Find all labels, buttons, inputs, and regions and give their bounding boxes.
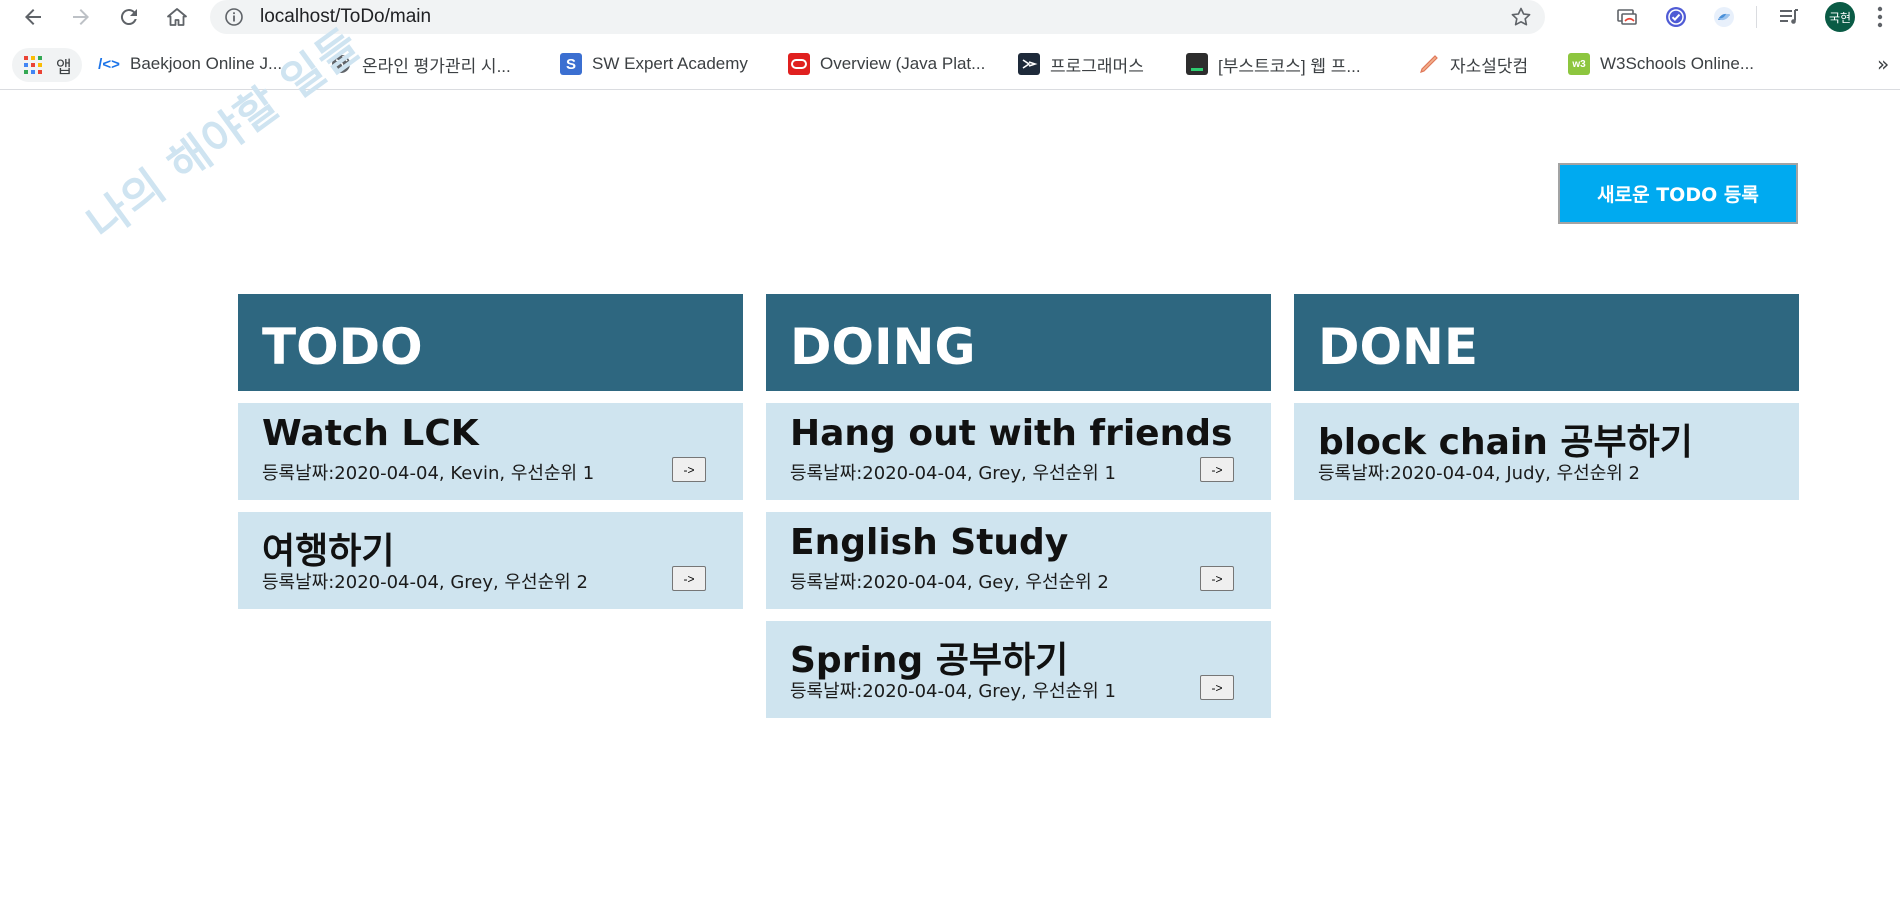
bookmark-star-icon[interactable]	[1509, 5, 1533, 29]
bookmark-sw-expert[interactable]: S SW Expert Academy	[560, 50, 748, 78]
bookmark-label: [부스트코스] 웹 프...	[1218, 56, 1361, 76]
card-title: Spring 공부하기	[790, 640, 1069, 681]
done-column: DONE block chain 공부하기 등록날짜:2020-04-04, J…	[1294, 294, 1799, 500]
check-extension-icon[interactable]	[1663, 4, 1689, 30]
card-title: block chain 공부하기	[1318, 422, 1693, 463]
url-text[interactable]: localhost/ToDo/main	[260, 6, 431, 28]
card-title: Watch LCK	[262, 413, 479, 454]
todo-card: Watch LCK 등록날짜:2020-04-04, Kevin, 우선순위 1…	[238, 403, 743, 500]
more-menu-icon[interactable]	[1868, 4, 1892, 30]
card-meta: 등록날짜:2020-04-04, Grey, 우선순위 1	[790, 463, 1116, 484]
ex-extension-icon[interactable]: EX	[1566, 4, 1592, 30]
column-header-doing: DOING	[766, 294, 1271, 391]
arrow-right-icon	[73, 9, 89, 25]
bookmark-label: 자소설닷컴	[1450, 56, 1529, 76]
ex-extension-label: EX	[1571, 11, 1587, 23]
column-header-todo: TODO	[238, 294, 743, 391]
card-title: English Study	[790, 522, 1069, 563]
card-title: 여행하기	[262, 531, 395, 572]
card-meta: 등록날짜:2020-04-04, Gey, 우선순위 2	[790, 572, 1109, 593]
doing-card: Hang out with friends 등록날짜:2020-04-04, G…	[766, 403, 1271, 500]
card-meta: 등록날짜:2020-04-04, Kevin, 우선순위 1	[262, 463, 595, 484]
bookmark-apps[interactable]: 앱	[12, 48, 82, 82]
reload-button[interactable]	[112, 0, 146, 34]
card-meta: 등록날짜:2020-04-04, Grey, 우선순위 1	[790, 681, 1116, 702]
bookmark-label: SW Expert Academy	[592, 54, 748, 73]
cast-extension-icon[interactable]	[1614, 4, 1640, 30]
profile-initials: 국현	[1828, 10, 1852, 25]
playlist-extension-icon[interactable]	[1776, 4, 1802, 30]
code-icon: /<>	[98, 55, 120, 73]
column-header-done: DONE	[1294, 294, 1799, 391]
move-next-button[interactable]: ->	[672, 457, 706, 482]
address-bar[interactable]: localhost/ToDo/main	[210, 0, 1545, 34]
swirl-extension-icon[interactable]	[1711, 4, 1737, 30]
move-next-button[interactable]: ->	[1200, 457, 1234, 482]
bookmark-label: W3Schools Online...	[1600, 54, 1755, 73]
move-next-button[interactable]: ->	[672, 566, 706, 591]
boostcourse-icon	[1186, 53, 1208, 75]
arrow-left-icon	[25, 9, 41, 25]
pen-icon	[1418, 53, 1440, 75]
todo-column: TODO Watch LCK 등록날짜:2020-04-04, Kevin, 우…	[238, 294, 743, 609]
bookmark-jasoseol[interactable]: 자소설닷컴	[1418, 50, 1528, 78]
doing-column: DOING Hang out with friends 등록날짜:2020-04…	[766, 294, 1271, 718]
home-icon	[167, 8, 187, 26]
apps-grid-icon	[24, 56, 42, 74]
w3-icon: w3	[1568, 53, 1590, 75]
programmers-icon	[1018, 53, 1040, 75]
card-meta: 등록날짜:2020-04-04, Grey, 우선순위 2	[262, 572, 588, 593]
card-title: Hang out with friends	[790, 413, 1233, 454]
card-meta: 등록날짜:2020-04-04, Judy, 우선순위 2	[1318, 463, 1641, 484]
reload-icon	[120, 9, 137, 26]
apps-label: 앱	[56, 57, 72, 77]
done-card: block chain 공부하기 등록날짜:2020-04-04, Judy, …	[1294, 403, 1799, 500]
s-logo-icon: S	[560, 53, 582, 75]
bookmark-label: Overview (Java Plat...	[820, 54, 986, 73]
home-button[interactable]	[160, 0, 194, 34]
doing-card: English Study 등록날짜:2020-04-04, Gey, 우선순위…	[766, 512, 1271, 609]
new-todo-button[interactable]: 새로운 TODO 등록	[1558, 163, 1798, 224]
doing-card: Spring 공부하기 등록날짜:2020-04-04, Grey, 우선순위 …	[766, 621, 1271, 718]
oracle-icon	[788, 53, 810, 75]
forward-button[interactable]	[64, 0, 98, 34]
bookmark-java-overview[interactable]: Overview (Java Plat...	[788, 50, 985, 78]
move-next-button[interactable]: ->	[1200, 675, 1234, 700]
bookmark-boostcourse[interactable]: [부스트코스] 웹 프...	[1186, 50, 1361, 78]
move-next-button[interactable]: ->	[1200, 566, 1234, 591]
todo-card: 여행하기 등록날짜:2020-04-04, Grey, 우선순위 2 ->	[238, 512, 743, 609]
bookmark-label: 온라인 평가관리 시...	[362, 56, 511, 76]
browser-toolbar: localhost/ToDo/main EX 국현	[0, 0, 1900, 35]
toolbar-divider	[1756, 6, 1757, 28]
bookmark-label: 프로그래머스	[1050, 56, 1144, 76]
bookmarks-overflow-icon[interactable]: »	[1877, 52, 1889, 76]
back-button[interactable]	[16, 0, 50, 34]
info-icon[interactable]	[224, 7, 244, 27]
profile-avatar[interactable]: 국현	[1825, 2, 1855, 32]
bookmark-programmers[interactable]: 프로그래머스	[1018, 50, 1144, 78]
bookmark-w3schools[interactable]: w3 W3Schools Online...	[1568, 50, 1754, 78]
